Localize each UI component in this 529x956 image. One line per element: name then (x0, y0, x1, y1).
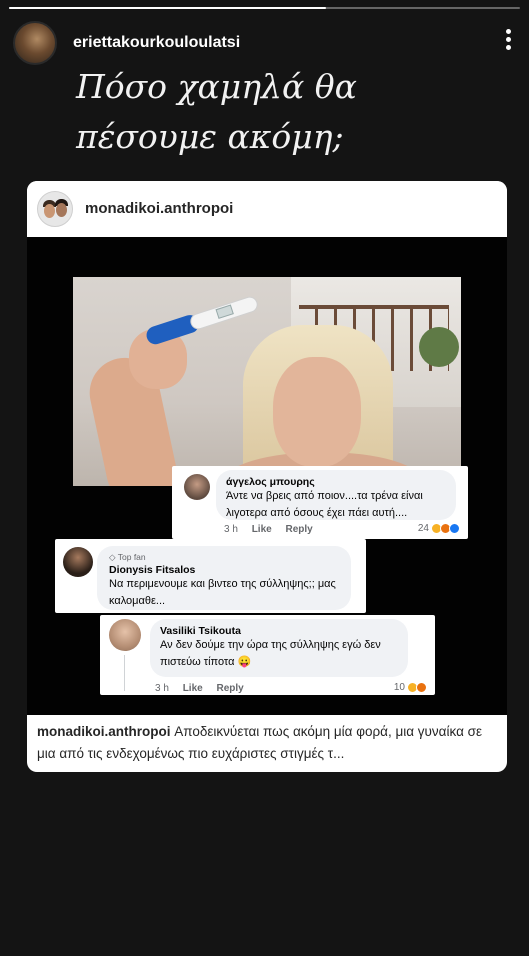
post-caption-username[interactable]: monadikoi.anthropoi (37, 724, 171, 739)
story-username[interactable]: eriettakourkouloulatsi (73, 34, 240, 52)
commenter-name: Vasiliki Tsikouta (160, 625, 241, 637)
comment-actions: 3 h Like Reply (155, 683, 255, 694)
like-reaction-icon (449, 523, 460, 534)
post-username[interactable]: monadikoi.anthropoi (85, 200, 233, 217)
comment-text: Να περιμενουμε και βιντεο της σύλληψης;;… (109, 578, 336, 607)
reply-button: Reply (216, 683, 244, 694)
story-progress-bar (9, 7, 520, 9)
comment-text: Αν δεν δούμε την ώρα της σύλληψης εγώ δε… (160, 639, 381, 668)
post-header: monadikoi.anthropoi (27, 181, 507, 237)
commenter-name: άγγελος μπουρης (226, 476, 315, 488)
story-avatar[interactable] (13, 21, 57, 65)
pregnancy-test-image (144, 292, 264, 347)
comment-card: Vasiliki Tsikouta Αν δεν δούμε την ώρα τ… (100, 615, 435, 695)
commenter-avatar (184, 474, 210, 500)
reaction-summary: 24 (418, 523, 460, 534)
post-caption: monadikoi.anthropoi Αποδεικνύεται πως ακ… (37, 721, 499, 765)
comment-text: Άντε να βρεις από ποιον....τα τρένα είνα… (226, 490, 423, 519)
story-progress-fill (9, 7, 326, 9)
more-options-icon[interactable] (503, 29, 513, 55)
comment-bubble: άγγελος μπουρης Άντε να βρεις από ποιον.… (216, 470, 456, 520)
comment-bubble: Vasiliki Tsikouta Αν δεν δούμε την ώρα τ… (150, 619, 408, 677)
reaction-count: 24 (417, 523, 429, 534)
commenter-name: Dionysis Fitsalos (109, 564, 196, 576)
comment-bubble: Top fan Dionysis Fitsalos Να περιμενουμε… (97, 546, 351, 610)
top-fan-badge: Top fan (109, 552, 339, 563)
like-button: Like (182, 683, 203, 694)
like-button: Like (251, 524, 272, 535)
thread-line (124, 655, 125, 691)
angry-reaction-icon (416, 682, 427, 693)
reaction-count: 10 (393, 682, 405, 693)
commenter-avatar (63, 547, 93, 577)
comment-actions: 3 h Like Reply (224, 524, 324, 535)
post-photo (73, 277, 461, 486)
comment-card: άγγελος μπουρης Άντε να βρεις από ποιον.… (172, 466, 468, 539)
commenter-avatar (109, 619, 141, 651)
comment-time: 3 h (155, 683, 169, 694)
reaction-summary: 10 (394, 682, 427, 693)
reply-button: Reply (285, 524, 313, 535)
comment-time: 3 h (224, 524, 238, 535)
story-caption-text: Πόσο χαμηλά θα πέσουμε ακόμη; (76, 67, 357, 156)
story-header: eriettakourkouloulatsi (13, 21, 519, 67)
comment-card: Top fan Dionysis Fitsalos Να περιμενουμε… (55, 539, 366, 613)
post-avatar[interactable] (37, 191, 73, 227)
